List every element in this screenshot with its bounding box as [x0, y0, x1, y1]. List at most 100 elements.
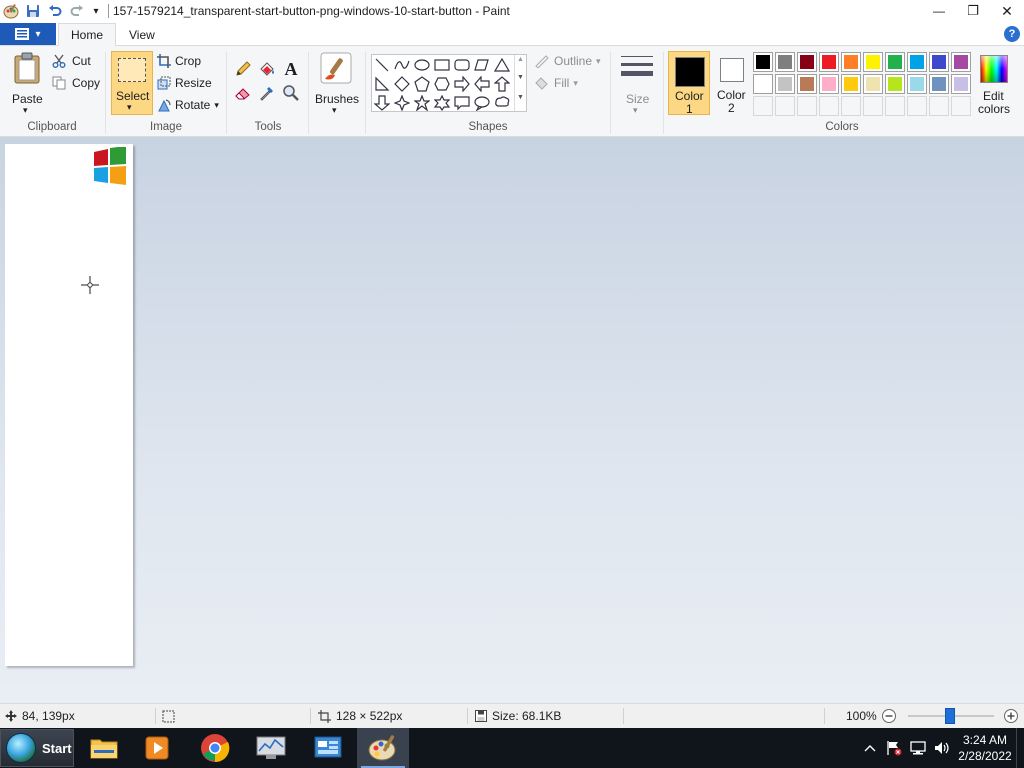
fill-bucket-icon[interactable]: [256, 58, 278, 80]
palette-custom-slot[interactable]: [885, 96, 905, 116]
volume-icon[interactable]: [930, 728, 954, 768]
minimize-button[interactable]: —: [922, 0, 956, 22]
outline-button[interactable]: Outline ▾: [534, 51, 601, 71]
pencil-icon[interactable]: [232, 58, 254, 80]
triangle-shape-icon[interactable]: [492, 55, 512, 75]
taskbar-media-player[interactable]: [131, 728, 183, 768]
edit-colors-button[interactable]: Edit colors: [977, 52, 1011, 116]
palette-swatch[interactable]: [753, 74, 773, 94]
palette-swatch[interactable]: [885, 52, 905, 72]
text-tool-icon[interactable]: A: [280, 58, 302, 80]
taskbar-paint[interactable]: [357, 728, 409, 768]
palette-swatch[interactable]: [929, 74, 949, 94]
paste-button[interactable]: Paste ▾: [8, 50, 46, 116]
tab-view[interactable]: View: [117, 23, 167, 46]
palette-swatch[interactable]: [797, 52, 817, 72]
help-icon[interactable]: ?: [1004, 26, 1020, 42]
six-point-star-icon[interactable]: [432, 93, 452, 113]
oval-shape-icon[interactable]: [412, 55, 432, 75]
line-shape-icon[interactable]: [372, 55, 392, 75]
pentagon-shape-icon[interactable]: [412, 74, 432, 94]
palette-custom-slot[interactable]: [775, 96, 795, 116]
palette-swatch[interactable]: [819, 74, 839, 94]
up-arrow-shape-icon[interactable]: [492, 74, 512, 94]
close-button[interactable]: ✕: [990, 0, 1024, 22]
resize-button[interactable]: Resize: [157, 73, 212, 93]
rotate-button[interactable]: Rotate ▾: [157, 95, 219, 115]
palette-swatch[interactable]: [775, 74, 795, 94]
taskbar-performance-monitor[interactable]: [245, 728, 297, 768]
system-clock[interactable]: 3:24 AM 2/28/2022: [954, 732, 1016, 764]
five-point-star-icon[interactable]: [412, 93, 432, 113]
eraser-icon[interactable]: [232, 82, 254, 104]
zoom-slider-thumb[interactable]: [945, 708, 955, 724]
redo-icon[interactable]: [66, 0, 88, 22]
save-icon[interactable]: [22, 0, 44, 22]
scroll-down-icon[interactable]: ▼: [517, 74, 524, 81]
palette-swatch[interactable]: [951, 52, 971, 72]
curve-shape-icon[interactable]: [392, 55, 412, 75]
zoom-in-button[interactable]: [1003, 704, 1019, 728]
polygon-shape-icon[interactable]: [472, 55, 492, 75]
fill-button[interactable]: Fill ▾: [534, 73, 578, 93]
cloud-callout-icon[interactable]: [492, 93, 512, 113]
palette-custom-slot[interactable]: [907, 96, 927, 116]
taskbar-file-explorer[interactable]: [78, 728, 130, 768]
palette-custom-slot[interactable]: [841, 96, 861, 116]
restore-button[interactable]: ❐: [956, 0, 990, 22]
rect-callout-icon[interactable]: [452, 93, 472, 113]
image-canvas[interactable]: [5, 144, 133, 666]
color-picker-icon[interactable]: [256, 82, 278, 104]
crop-button[interactable]: Crop: [157, 51, 201, 71]
down-arrow-shape-icon[interactable]: [372, 93, 392, 113]
brushes-button[interactable]: Brushes ▾: [313, 50, 359, 116]
palette-custom-slot[interactable]: [753, 96, 773, 116]
copy-button[interactable]: Copy: [52, 73, 100, 93]
right-triangle-shape-icon[interactable]: [372, 74, 392, 94]
rounded-rectangle-shape-icon[interactable]: [452, 55, 472, 75]
four-point-star-icon[interactable]: [392, 93, 412, 113]
palette-custom-slot[interactable]: [951, 96, 971, 116]
palette-swatch[interactable]: [929, 52, 949, 72]
color-2-button[interactable]: Color 2: [711, 51, 753, 115]
select-button[interactable]: Select ▾: [111, 51, 153, 115]
magnifier-icon[interactable]: [280, 82, 302, 104]
palette-custom-slot[interactable]: [863, 96, 883, 116]
palette-custom-slot[interactable]: [797, 96, 817, 116]
tab-home[interactable]: Home: [58, 23, 117, 47]
undo-icon[interactable]: [44, 0, 66, 22]
palette-swatch[interactable]: [797, 74, 817, 94]
palette-swatch[interactable]: [819, 52, 839, 72]
palette-swatch[interactable]: [951, 74, 971, 94]
palette-swatch[interactable]: [885, 74, 905, 94]
show-desktop-button[interactable]: [1016, 728, 1024, 768]
palette-swatch[interactable]: [907, 52, 927, 72]
customize-qa-button[interactable]: ▾: [88, 0, 104, 22]
color-1-button[interactable]: Color 1: [668, 51, 710, 116]
palette-custom-slot[interactable]: [819, 96, 839, 116]
shapes-more-icon[interactable]: ▼: [517, 94, 524, 101]
diamond-shape-icon[interactable]: [392, 74, 412, 94]
palette-swatch[interactable]: [841, 52, 861, 72]
file-menu-button[interactable]: ▾: [0, 23, 56, 45]
zoom-out-button[interactable]: [881, 704, 897, 728]
shapes-scrollbar[interactable]: ▲ ▼ ▼: [514, 55, 526, 111]
palette-swatch[interactable]: [775, 52, 795, 72]
scroll-up-icon[interactable]: ▲: [517, 56, 524, 63]
size-button[interactable]: Size ▾: [616, 50, 658, 116]
palette-swatch[interactable]: [863, 74, 883, 94]
palette-swatch[interactable]: [907, 74, 927, 94]
action-center-flag-icon[interactable]: [882, 728, 906, 768]
hexagon-shape-icon[interactable]: [432, 74, 452, 94]
oval-callout-icon[interactable]: [472, 93, 492, 113]
palette-custom-slot[interactable]: [929, 96, 949, 116]
network-icon[interactable]: [906, 728, 930, 768]
cut-button[interactable]: Cut: [52, 51, 91, 71]
palette-swatch[interactable]: [753, 52, 773, 72]
left-arrow-shape-icon[interactable]: [472, 74, 492, 94]
start-button[interactable]: Start: [0, 729, 74, 767]
palette-swatch[interactable]: [841, 74, 861, 94]
taskbar-chrome[interactable]: [189, 728, 241, 768]
tray-overflow-icon[interactable]: [858, 728, 882, 768]
right-arrow-shape-icon[interactable]: [452, 74, 472, 94]
